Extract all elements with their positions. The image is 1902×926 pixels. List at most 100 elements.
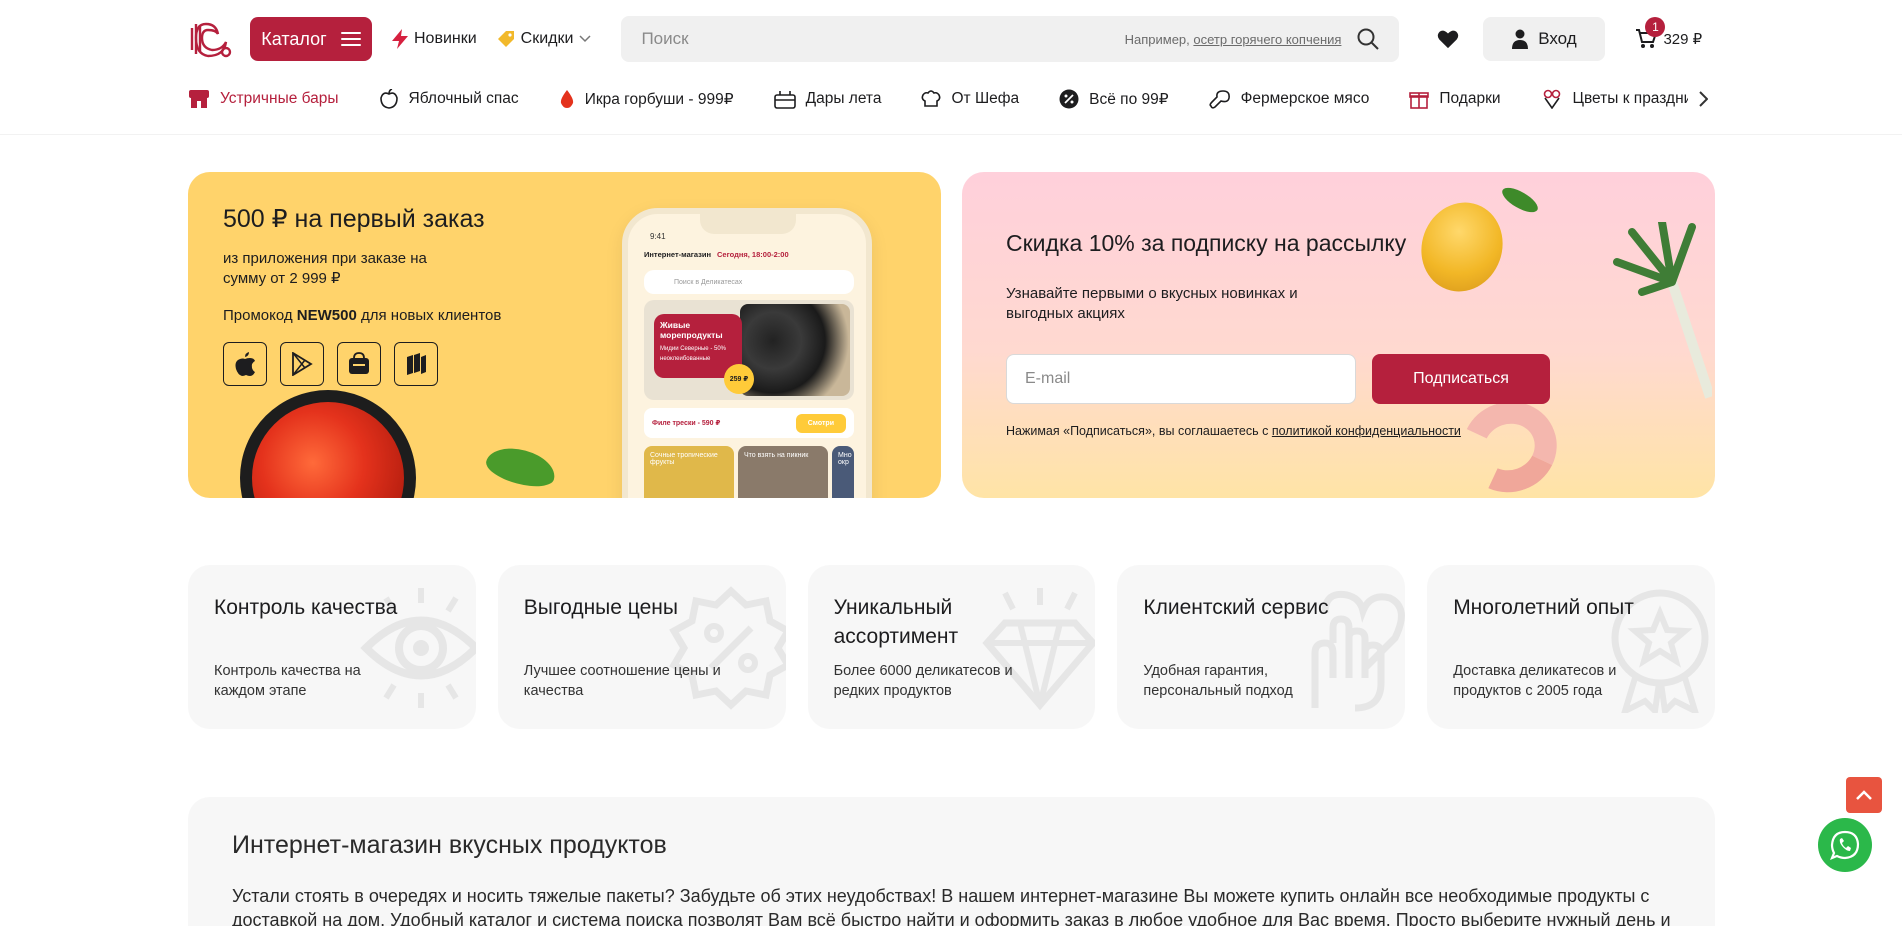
feature-text: Доставка деликатесов и продуктов с 2005 … (1453, 663, 1617, 699)
feature-title: Выгодные цены (523, 596, 678, 619)
phone-card-title: Живые морепродукты (660, 320, 723, 340)
feature-card: Многолетний опыт Доставка деликатесов и … (1427, 565, 1715, 729)
category-label: Цветы к празднику (1572, 90, 1707, 107)
sales-label: Скидки (520, 30, 574, 47)
phone-notch (700, 214, 796, 234)
cart-count-badge: 1 (1645, 17, 1666, 37)
subscribe-title: Скидка 10% за подписку на рассылку (1006, 230, 1407, 256)
heart-icon[interactable] (1437, 28, 1459, 50)
privacy-policy-link[interactable]: политикой конфиденциальности (1272, 424, 1461, 438)
category-scroll-right[interactable] (1688, 86, 1718, 112)
search-hint-prefix: Например, (1124, 31, 1190, 47)
rustore-icon[interactable] (394, 342, 438, 386)
feature-text: Более 6000 деликатесов и редких продукто… (833, 663, 1013, 699)
category-label: Яблочный спас (408, 90, 519, 107)
basket-icon (773, 91, 796, 109)
page: Каталог Новинки Скидки Поиск Например, о… (0, 0, 1902, 926)
features-row: Контроль качества Контроль качества на к… (188, 565, 1715, 729)
chevron-up-icon (1856, 790, 1872, 800)
category-oyster-bars[interactable]: Устричные бары (188, 89, 339, 109)
phone-tile: Что взять на пикник (738, 446, 828, 498)
subscribe-button[interactable]: Подписаться (1372, 354, 1550, 404)
leek-image (1613, 222, 1712, 399)
promo-suffix: для новых клиентов (361, 307, 502, 324)
phone-time: 9:41 (650, 232, 666, 241)
whatsapp-button[interactable] (1818, 818, 1872, 872)
shrimp-image (1449, 388, 1570, 498)
huawei-gallery-icon[interactable] (337, 342, 381, 386)
search-hint-link[interactable]: осетр горячего копчения (1193, 32, 1341, 47)
chevron-down-icon (579, 35, 591, 43)
basil-leaf-image (482, 441, 560, 493)
lemon-leaf-image (1498, 183, 1542, 217)
feature-title: Многолетний опыт (1453, 596, 1634, 619)
promo-title: 500 ₽ на первый заказ (223, 205, 485, 233)
category-apple-spas[interactable]: Яблочный спас (379, 89, 519, 109)
chef-hat-icon (922, 90, 941, 107)
phone-search: Поиск в Деликатесах (644, 270, 854, 294)
sales-dropdown[interactable]: Скидки (497, 30, 592, 48)
category-label: Подарки (1439, 90, 1501, 107)
promo-prefix: Промокод (223, 307, 293, 324)
phone-price: 259 ₽ (724, 364, 754, 394)
feature-card: Выгодные цены Лучшее соотношение цены и … (497, 565, 786, 729)
google-play-icon[interactable] (280, 342, 324, 386)
caviar-drop-icon (560, 90, 573, 108)
feature-text: Контроль качества на каждом этапе (214, 663, 361, 699)
category-flowers[interactable]: Цветы к празднику (1541, 89, 1707, 109)
subscribe-banner: Скидка 10% за подписку на рассылку Узнав… (962, 172, 1715, 498)
phone-shop: Интернет-магазин (644, 250, 711, 259)
scroll-to-top-button[interactable] (1846, 777, 1882, 813)
phone-delivery: Сегодня, 18:00-2:00 (717, 250, 789, 259)
feature-text: Удобная гарантия, персональный подход (1143, 663, 1293, 699)
oyster-bar-icon (189, 90, 209, 108)
apple-store-icon[interactable] (223, 342, 267, 386)
news-link[interactable]: Новинки (392, 29, 477, 49)
chevron-right-icon (1699, 91, 1708, 107)
feature-card: Контроль качества Контроль качества на к… (188, 565, 476, 729)
phone-promo-card: Живые морепродукты Мидии Северные - 50% … (644, 300, 854, 400)
cart-button[interactable]: 1 329 ₽ (1635, 17, 1703, 49)
category-99[interactable]: Всё по 99₽ (1059, 89, 1169, 109)
category-chef[interactable]: От Шефа (921, 89, 1019, 109)
search-hint: Например, осетр горячего копчения (1125, 32, 1342, 47)
legal-prefix: Нажимая «Подписаться», вы соглашаетесь с (1006, 424, 1269, 438)
about-title: Интернет-магазин вкусных продуктов (232, 831, 667, 859)
drumstick-icon (1209, 90, 1230, 109)
search-icon[interactable] (1357, 28, 1380, 50)
phone-strip-button: Смотри (795, 413, 846, 433)
feature-title: Уникальный ассортимент (833, 596, 959, 648)
about-section: Интернет-магазин вкусных продуктов Устал… (188, 797, 1715, 926)
phone-tiles: Сочные тропические фрукты Что взять на п… (644, 446, 854, 498)
menu-icon (340, 32, 361, 46)
category-farm-meat[interactable]: Фермерское мясо (1209, 89, 1369, 109)
promo-code-line: Промокод NEW500 для новых клиентов (223, 307, 501, 324)
phone-tile: Мно окр (832, 446, 854, 498)
percent-badge-icon (1059, 89, 1079, 109)
email-field[interactable]: E-mail (1006, 354, 1356, 404)
category-caviar[interactable]: Икра горбуши - 999₽ (559, 89, 734, 109)
catalog-label: Каталог (261, 28, 327, 49)
catalog-button[interactable]: Каталог (250, 17, 372, 61)
lemon-image (1409, 191, 1515, 303)
login-button[interactable]: Вход (1483, 17, 1606, 61)
category-label: Устричные бары (220, 90, 339, 107)
user-icon (1512, 29, 1529, 49)
tag-icon (497, 31, 514, 47)
category-label: От Шефа (951, 90, 1020, 107)
cart-total: 329 ₽ (1663, 31, 1703, 48)
logo[interactable] (188, 16, 234, 62)
feature-card: Клиентский сервис Удобная гарантия, перс… (1117, 565, 1406, 729)
category-label: Икра горбуши - 999₽ (584, 90, 734, 108)
news-label: Новинки (414, 30, 477, 47)
promo-subtitle: из приложения при заказе на сумму от 2 9… (223, 250, 427, 287)
phone-header: Интернет-магазин Сегодня, 18:00-2:00 (644, 250, 854, 259)
search-input[interactable]: Поиск (641, 29, 1124, 49)
phone-tile: Сочные тропические фрукты (644, 446, 734, 498)
category-label: Всё по 99₽ (1089, 90, 1169, 108)
category-gifts[interactable]: Подарки (1409, 89, 1501, 109)
search-field[interactable]: Поиск Например, осетр горячего копчения (621, 16, 1400, 62)
feature-title: Контроль качества (214, 596, 398, 619)
category-summer[interactable]: Дары лета (773, 89, 881, 109)
app-promo-banner[interactable]: 500 ₽ на первый заказ из приложения при … (188, 172, 941, 498)
